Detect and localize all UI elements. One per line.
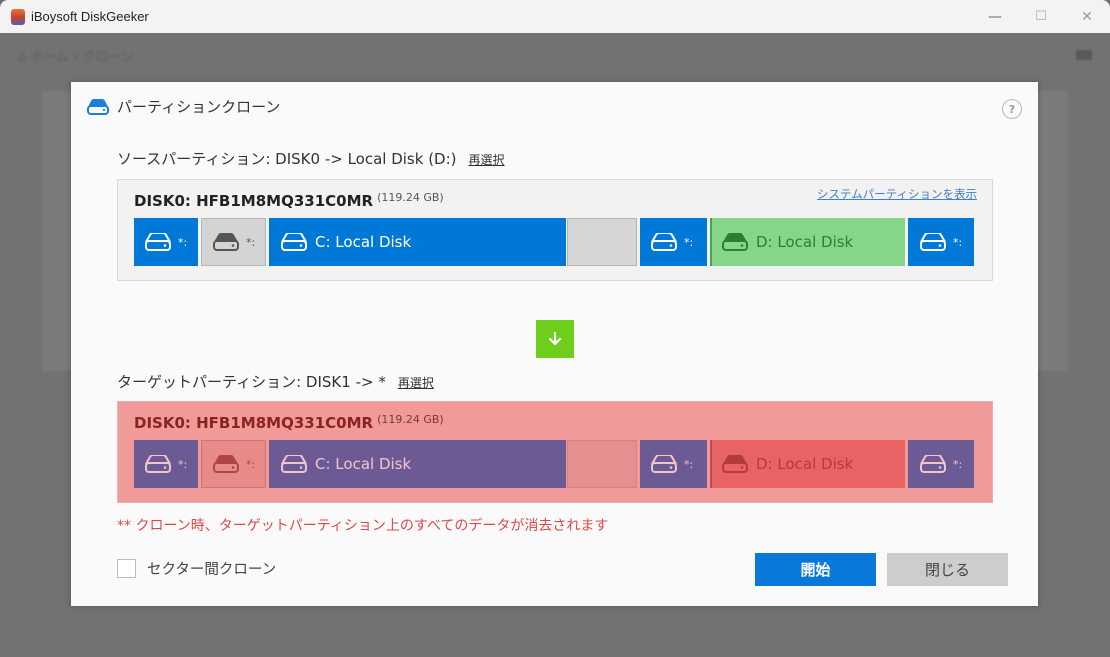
sector-clone-option[interactable]: セクター間クローン bbox=[117, 558, 276, 579]
partition-label: *: bbox=[684, 235, 694, 249]
arrow-down-icon bbox=[548, 332, 562, 346]
partition-system-2[interactable]: *: bbox=[640, 218, 707, 266]
source-partition-text: ソースパーティション: DISK0 -> Local Disk (D:) bbox=[117, 150, 457, 168]
start-button[interactable]: 開始 bbox=[755, 553, 876, 586]
drive-icon bbox=[722, 233, 748, 251]
partition-d-local-disk-selected[interactable]: D: Local Disk bbox=[710, 218, 905, 266]
maximize-button[interactable]: ☐ bbox=[1018, 0, 1064, 33]
partition-system-1[interactable]: *: bbox=[134, 218, 198, 266]
disk-name-text: DISK0: HFB1M8MQ331C0MR bbox=[134, 414, 374, 432]
sidebar-toggle-icon bbox=[1076, 50, 1092, 60]
partition-clone-dialog: パーティションクローン ? ソースパーティション: DISK0 -> Local… bbox=[71, 82, 1038, 606]
partition-unallocated[interactable] bbox=[567, 440, 637, 488]
window-titlebar: iBoysoft DiskGeeker — ☐ ✕ bbox=[0, 0, 1110, 33]
partition-c-local-disk[interactable]: C: Local Disk bbox=[269, 440, 566, 488]
partition-label: *: bbox=[178, 457, 188, 471]
target-disk-name: DISK0: HFB1M8MQ331C0MR (119.24 GB) bbox=[134, 413, 444, 432]
disk-size: (119.24 GB) bbox=[377, 191, 444, 204]
drive-icon bbox=[722, 455, 748, 473]
close-button[interactable]: 閉じる bbox=[887, 553, 1008, 586]
window-title: iBoysoft DiskGeeker bbox=[31, 9, 149, 24]
drive-icon bbox=[920, 455, 946, 473]
disk-size: (119.24 GB) bbox=[377, 413, 444, 426]
drive-icon bbox=[213, 455, 239, 473]
partition-system-1[interactable]: *: bbox=[134, 440, 198, 488]
target-reselect-link[interactable]: 再選択 bbox=[398, 374, 434, 391]
source-partition-label: ソースパーティション: DISK0 -> Local Disk (D:) 再選択 bbox=[117, 148, 505, 169]
partition-d-local-disk[interactable]: D: Local Disk bbox=[710, 440, 905, 488]
data-loss-warning: ** クローン時、ターゲットパーティション上のすべてのデータが消去されます bbox=[117, 518, 609, 534]
sector-clone-checkbox[interactable] bbox=[117, 559, 136, 578]
close-window-button[interactable]: ✕ bbox=[1064, 0, 1110, 33]
sector-clone-label[interactable]: セクター間クローン bbox=[147, 558, 276, 579]
minimize-button[interactable]: — bbox=[972, 0, 1018, 33]
drive-icon bbox=[87, 98, 109, 115]
breadcrumb: ⌂ ホーム › クローン bbox=[18, 50, 134, 65]
partition-system-3[interactable]: *: bbox=[908, 218, 974, 266]
target-disk-box: DISK0: HFB1M8MQ331C0MR (119.24 GB) *: *: … bbox=[117, 401, 993, 503]
dialog-title: パーティションクローン bbox=[117, 98, 281, 116]
partition-label: D: Local Disk bbox=[756, 233, 854, 251]
partition-label: *: bbox=[246, 235, 256, 249]
help-icon: ? bbox=[1008, 102, 1016, 116]
clone-direction-indicator bbox=[536, 320, 574, 358]
partition-label: *: bbox=[953, 235, 963, 249]
maximize-icon: ☐ bbox=[1035, 9, 1047, 24]
partition-label: D: Local Disk bbox=[756, 455, 854, 473]
target-partition-map: *: *: C: Local Disk *: D: Local Disk *: bbox=[134, 440, 974, 488]
source-partition-map: *: *: C: Local Disk *: D: Local Disk *: bbox=[134, 218, 974, 266]
partition-label: *: bbox=[246, 457, 256, 471]
partition-label: *: bbox=[684, 457, 694, 471]
source-disk-name: DISK0: HFB1M8MQ331C0MR (119.24 GB) bbox=[134, 191, 444, 210]
app-logo-icon bbox=[11, 8, 25, 25]
dialog-header: パーティションクローン bbox=[87, 96, 280, 117]
window-controls: — ☐ ✕ bbox=[972, 0, 1110, 33]
partition-label: C: Local Disk bbox=[315, 233, 412, 251]
partition-msr[interactable]: *: bbox=[201, 218, 266, 266]
show-system-partitions-link[interactable]: システムパーティションを表示 bbox=[817, 186, 977, 202]
partition-unallocated[interactable] bbox=[567, 218, 637, 266]
partition-label: *: bbox=[178, 235, 188, 249]
drive-icon bbox=[281, 455, 307, 473]
partition-msr[interactable]: *: bbox=[201, 440, 266, 488]
target-partition-label: ターゲットパーティション: DISK1 -> * 再選択 bbox=[117, 371, 434, 392]
source-reselect-link[interactable]: 再選択 bbox=[469, 151, 505, 168]
partition-label: *: bbox=[953, 457, 963, 471]
drive-icon bbox=[920, 233, 946, 251]
drive-icon bbox=[145, 455, 171, 473]
target-partition-text: ターゲットパーティション: DISK1 -> * bbox=[117, 373, 386, 391]
close-icon: ✕ bbox=[1081, 8, 1093, 25]
drive-icon bbox=[281, 233, 307, 251]
partition-c-local-disk[interactable]: C: Local Disk bbox=[269, 218, 566, 266]
source-disk-box: DISK0: HFB1M8MQ331C0MR (119.24 GB) システムパー… bbox=[117, 179, 993, 281]
partition-system-3[interactable]: *: bbox=[908, 440, 974, 488]
disk-name-text: DISK0: HFB1M8MQ331C0MR bbox=[134, 192, 374, 210]
help-button[interactable]: ? bbox=[1002, 99, 1022, 119]
partition-label: C: Local Disk bbox=[315, 455, 412, 473]
drive-icon bbox=[213, 233, 239, 251]
drive-icon bbox=[651, 455, 677, 473]
drive-icon bbox=[651, 233, 677, 251]
partition-system-2[interactable]: *: bbox=[640, 440, 707, 488]
drive-icon bbox=[145, 233, 171, 251]
minimize-icon: — bbox=[988, 8, 1002, 25]
